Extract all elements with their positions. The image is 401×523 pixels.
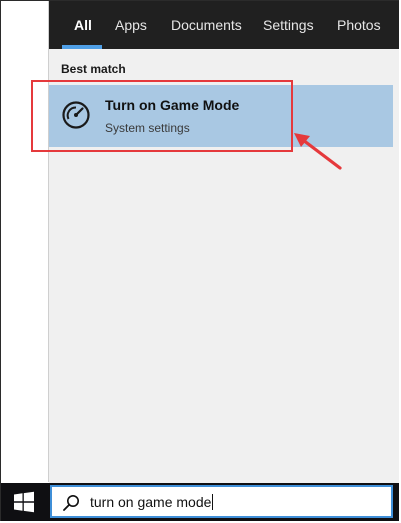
search-icon bbox=[63, 495, 79, 511]
tab-documents[interactable]: Documents bbox=[171, 17, 242, 33]
best-match-result[interactable]: Turn on Game Mode System settings bbox=[49, 85, 393, 147]
text-caret bbox=[212, 494, 214, 510]
search-input[interactable]: turn on game mode bbox=[50, 485, 393, 518]
result-subtitle: System settings bbox=[105, 121, 190, 135]
taskbar: turn on game mode bbox=[1, 483, 399, 521]
section-header-best-match: Best match bbox=[61, 62, 126, 76]
tab-all[interactable]: All bbox=[74, 17, 92, 33]
speedometer-icon bbox=[62, 101, 90, 129]
windows-logo-icon[interactable] bbox=[13, 491, 35, 513]
result-title: Turn on Game Mode bbox=[105, 97, 240, 113]
tab-apps[interactable]: Apps bbox=[115, 17, 147, 33]
left-strip bbox=[1, 1, 49, 482]
results-panel: Best match Turn on Game Mode System sett… bbox=[49, 49, 399, 483]
search-input-text: turn on game mode bbox=[90, 494, 214, 510]
search-query: turn on game mode bbox=[90, 494, 212, 510]
search-filter-tabs: All Apps Documents Settings Photos bbox=[49, 1, 399, 49]
tab-settings[interactable]: Settings bbox=[263, 17, 314, 33]
tab-photos[interactable]: Photos bbox=[337, 17, 381, 33]
